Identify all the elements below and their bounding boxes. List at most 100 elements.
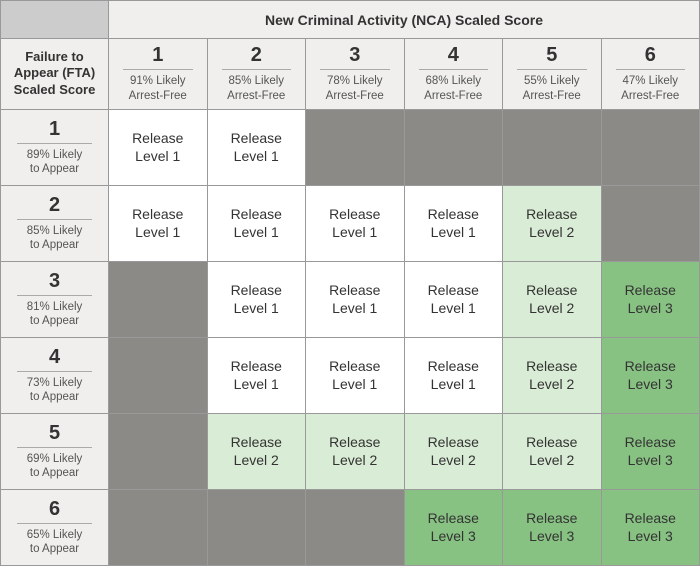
cell-label-line1: Release — [411, 281, 497, 299]
fta-row-sub1: 73% Likely — [7, 376, 102, 390]
nca-col-sub1: 55% Likely — [509, 74, 595, 88]
matrix-cell — [109, 261, 208, 337]
cell-label-line1: Release — [509, 509, 595, 527]
matrix-row: 473% Likelyto AppearReleaseLevel 1Releas… — [1, 337, 700, 413]
cell-label-line2: Level 1 — [214, 299, 300, 317]
matrix-cell: ReleaseLevel 1 — [207, 261, 306, 337]
matrix-row: 285% Likelyto AppearReleaseLevel 1Releas… — [1, 185, 700, 261]
nca-col-num: 2 — [222, 44, 292, 70]
matrix-cell: ReleaseLevel 3 — [601, 261, 700, 337]
matrix-row: 569% Likelyto AppearReleaseLevel 2Releas… — [1, 413, 700, 489]
cell-label-line2: Level 2 — [411, 451, 497, 469]
matrix-cell: ReleaseLevel 1 — [404, 261, 503, 337]
fta-row-sub2: to Appear — [7, 314, 102, 328]
matrix-cell: ReleaseLevel 1 — [207, 337, 306, 413]
fta-row-2: 285% Likelyto Appear — [1, 185, 109, 261]
cell-label-line1: Release — [411, 205, 497, 223]
cell-label-line2: Level 3 — [509, 527, 595, 545]
matrix-cell: ReleaseLevel 1 — [109, 109, 208, 185]
matrix-row: 189% Likelyto AppearReleaseLevel 1Releas… — [1, 109, 700, 185]
cell-label-line1: Release — [115, 129, 201, 147]
matrix-cell: ReleaseLevel 1 — [306, 261, 405, 337]
fta-row-sub2: to Appear — [7, 542, 102, 556]
matrix-cell — [207, 489, 306, 565]
cell-label-line2: Level 1 — [214, 375, 300, 393]
nca-col-5: 5 55% Likely Arrest-Free — [503, 39, 602, 110]
cell-label-line2: Level 3 — [608, 527, 694, 545]
cell-label-line1: Release — [214, 357, 300, 375]
fta-row-sub2: to Appear — [7, 390, 102, 404]
matrix-cell — [109, 489, 208, 565]
fta-row-4: 4 73% Likelyto Appear — [1, 337, 109, 413]
cell-label-line2: Level 2 — [509, 375, 595, 393]
matrix-cell: ReleaseLevel 2 — [306, 413, 405, 489]
nca-col-sub1: 68% Likely — [411, 74, 497, 88]
nca-col-sub2: Arrest-Free — [214, 89, 300, 103]
nca-col-sub1: 91% Likely — [115, 74, 201, 88]
cell-label-line1: Release — [509, 433, 595, 451]
matrix-cell: ReleaseLevel 1 — [109, 185, 208, 261]
fta-row-sub2: to Appear — [7, 162, 102, 176]
fta-title-cell: Failure to Appear (FTA) Scaled Score — [1, 39, 109, 110]
cell-label-line1: Release — [312, 357, 398, 375]
release-matrix-table: New Criminal Activity (NCA) Scaled Score… — [0, 0, 700, 566]
nca-col-sub2: Arrest-Free — [115, 89, 201, 103]
header-row-top: New Criminal Activity (NCA) Scaled Score — [1, 1, 700, 39]
matrix-cell — [601, 185, 700, 261]
matrix-cell — [109, 413, 208, 489]
cell-label-line1: Release — [411, 433, 497, 451]
cell-label-line1: Release — [115, 205, 201, 223]
cell-label-line2: Level 1 — [411, 223, 497, 241]
cell-label-line2: Level 2 — [509, 451, 595, 469]
fta-row-num: 5 — [17, 422, 92, 448]
cell-label-line1: Release — [608, 509, 694, 527]
fta-row-num: 1 — [17, 118, 92, 144]
matrix-cell: ReleaseLevel 3 — [601, 413, 700, 489]
matrix-cell: ReleaseLevel 2 — [503, 261, 602, 337]
matrix-cell — [503, 109, 602, 185]
cell-label-line2: Level 3 — [608, 299, 694, 317]
fta-row-sub1: 81% Likely — [7, 300, 102, 314]
cell-label-line2: Level 3 — [608, 375, 694, 393]
cell-label-line2: Level 1 — [115, 147, 201, 165]
fta-row-sub1: 65% Likely — [7, 528, 102, 542]
matrix-cell: ReleaseLevel 2 — [404, 413, 503, 489]
nca-col-num: 5 — [517, 44, 587, 70]
matrix-row: 381% Likelyto AppearReleaseLevel 1Releas… — [1, 261, 700, 337]
cell-label-line1: Release — [608, 281, 694, 299]
fta-row-5: 569% Likelyto Appear — [1, 413, 109, 489]
matrix-cell: ReleaseLevel 1 — [207, 109, 306, 185]
matrix-cell: ReleaseLevel 1 — [404, 185, 503, 261]
matrix-cell — [404, 109, 503, 185]
fta-row-3: 381% Likelyto Appear — [1, 261, 109, 337]
nca-col-3: 3 78% Likely Arrest-Free — [306, 39, 405, 110]
nca-col-2: 2 85% Likely Arrest-Free — [207, 39, 306, 110]
header-row-cols: Failure to Appear (FTA) Scaled Score 1 9… — [1, 39, 700, 110]
cell-label-line2: Level 2 — [312, 451, 398, 469]
nca-col-4: 4 68% Likely Arrest-Free — [404, 39, 503, 110]
matrix-cell: ReleaseLevel 2 — [503, 413, 602, 489]
fta-row-6: 6 65% Likelyto Appear — [1, 489, 109, 565]
fta-row-num: 6 — [17, 498, 92, 524]
matrix-cell — [601, 109, 700, 185]
nca-col-num: 4 — [419, 44, 489, 70]
nca-col-sub2: Arrest-Free — [312, 89, 398, 103]
cell-label-line2: Level 2 — [214, 451, 300, 469]
cell-label-line2: Level 1 — [411, 375, 497, 393]
cell-label-line1: Release — [312, 205, 398, 223]
nca-col-num: 3 — [320, 44, 390, 70]
matrix-cell: ReleaseLevel 1 — [306, 337, 405, 413]
cell-label-line2: Level 2 — [509, 299, 595, 317]
matrix-cell: ReleaseLevel 3 — [404, 489, 503, 565]
cell-label-line2: Level 1 — [214, 223, 300, 241]
corner-cell — [1, 1, 109, 39]
fta-row-sub1: 89% Likely — [7, 148, 102, 162]
cell-label-line2: Level 1 — [115, 223, 201, 241]
matrix-row: 665% Likelyto AppearReleaseLevel 3Releas… — [1, 489, 700, 565]
fta-row-num: 4 — [17, 346, 92, 372]
cell-label-line2: Level 2 — [509, 223, 595, 241]
cell-label-line1: Release — [411, 357, 497, 375]
nca-col-sub2: Arrest-Free — [509, 89, 595, 103]
matrix-cell: ReleaseLevel 1 — [207, 185, 306, 261]
matrix-cell: ReleaseLevel 3 — [601, 337, 700, 413]
